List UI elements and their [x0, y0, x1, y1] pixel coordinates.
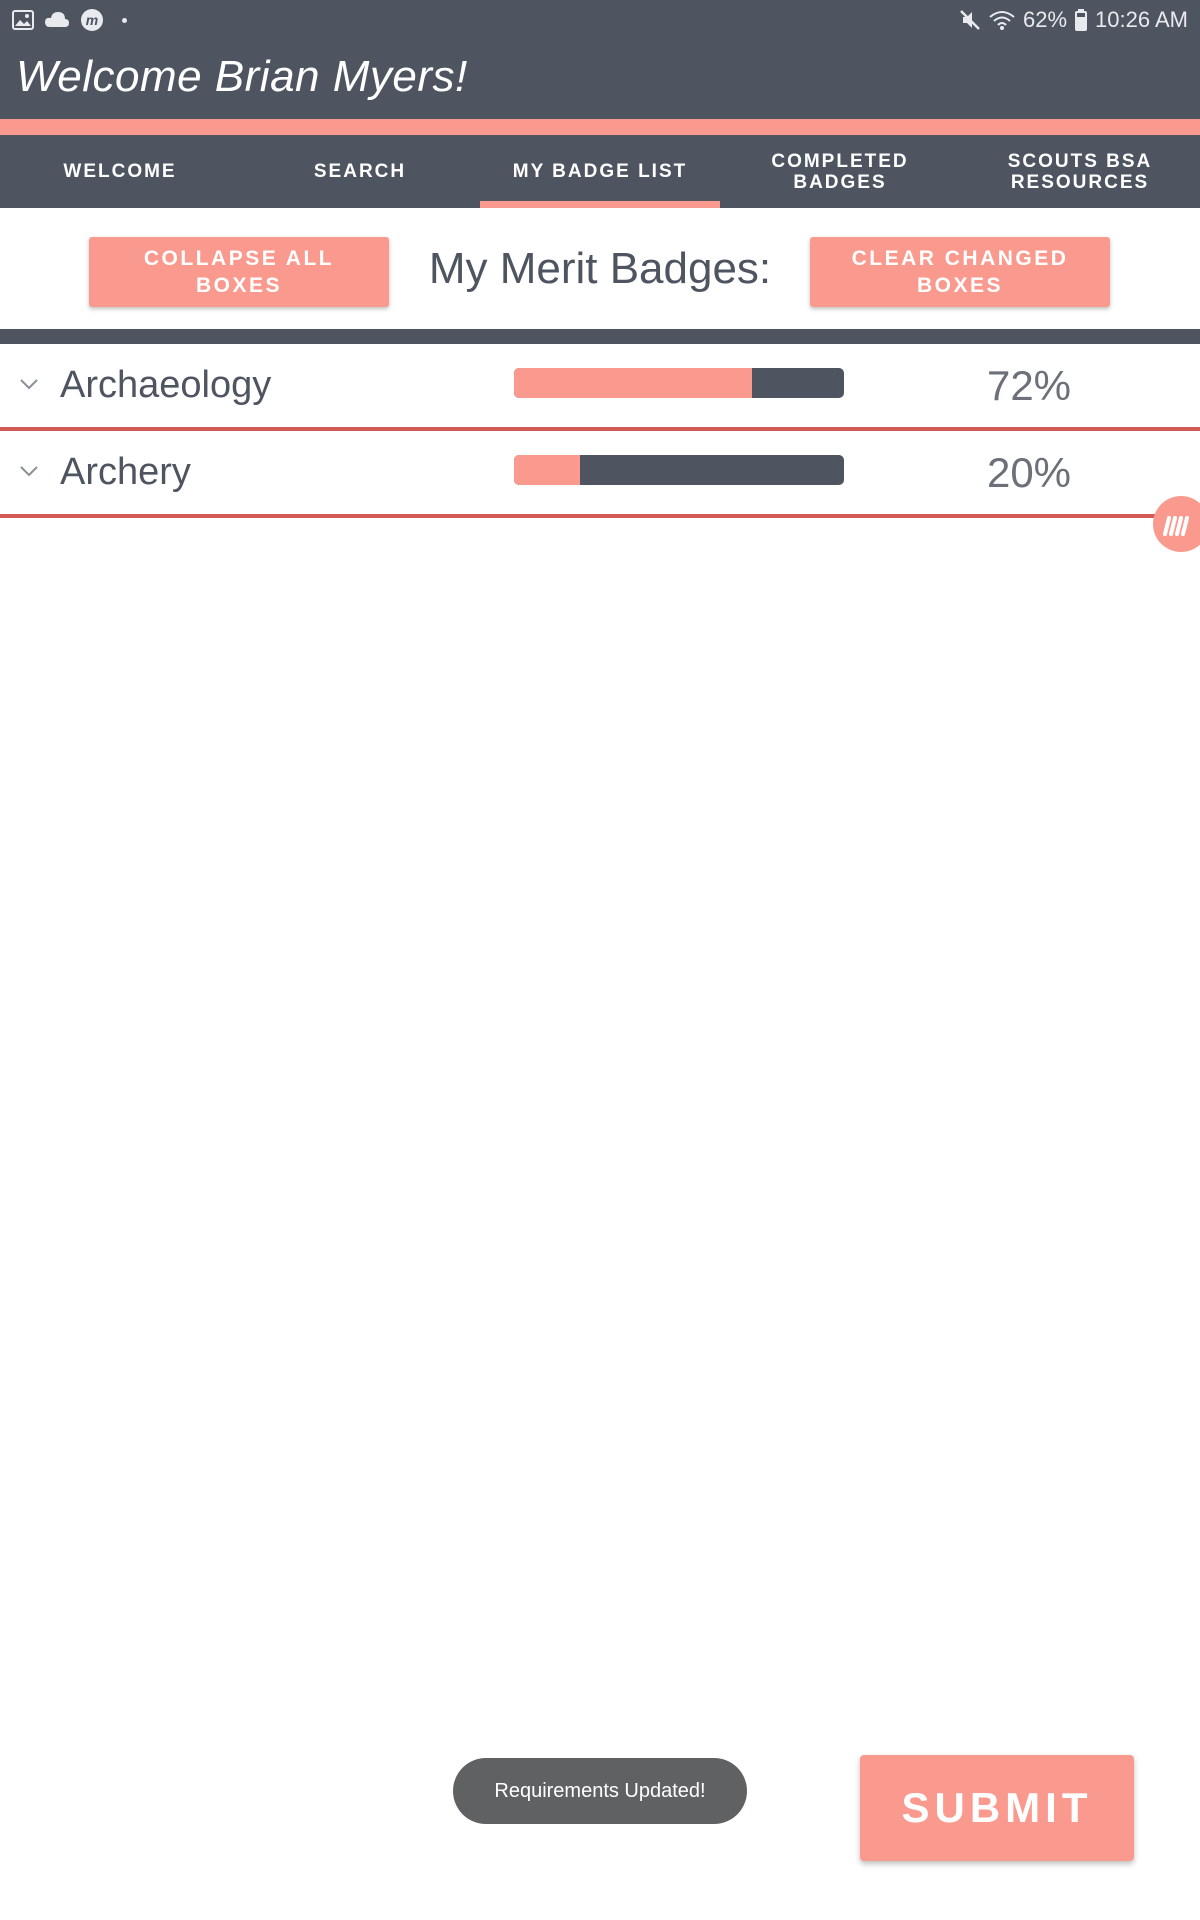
tab-label: SEARCH: [313, 161, 407, 182]
tab-label: MY BADGE LIST: [512, 161, 688, 182]
badge-name: Archery: [60, 451, 191, 493]
accent-stripe: [0, 119, 1200, 135]
badge-progress-fill: [514, 368, 752, 398]
cloud-icon: [44, 11, 70, 29]
tab-label: COMPLETED BADGES: [771, 150, 909, 193]
clock: 10:26 AM: [1095, 7, 1188, 32]
chevron-down-icon[interactable]: [18, 463, 40, 479]
floating-app-bubble[interactable]: [1153, 496, 1200, 552]
tab-welcome[interactable]: WELCOME: [0, 135, 240, 208]
tab-label: WELCOME: [63, 161, 177, 182]
battery-percent: 62%: [1023, 7, 1068, 32]
clear-button-label: CLEAR CHANGED BOXES: [851, 247, 1069, 297]
status-left-icons: m: [12, 8, 127, 32]
badge-percent: 72%: [986, 362, 1072, 409]
merit-bubble-icon: [1163, 516, 1189, 536]
badge-name: Archaeology: [60, 364, 272, 406]
notification-dot: [122, 17, 127, 23]
tab-bar: WELCOME SEARCH MY BADGE LIST COMPLETED B…: [0, 135, 1200, 208]
list-divider: [0, 329, 1200, 344]
submit-button[interactable]: SUBMIT: [860, 1755, 1134, 1861]
badge-row-archaeology[interactable]: Archaeology 72%: [0, 344, 1200, 431]
action-row: COLLAPSE ALL BOXES My Merit Badges: CLEA…: [0, 208, 1200, 329]
clear-changed-boxes-button[interactable]: CLEAR CHANGED BOXES: [810, 237, 1110, 307]
chevron-down-icon[interactable]: [18, 376, 40, 392]
status-bar: m 62% 10:26 AM: [0, 0, 1200, 40]
badge-percent: 20%: [986, 449, 1072, 496]
status-right-icons: 62% 10:26 AM: [959, 6, 1188, 34]
wifi-icon: [989, 10, 1015, 30]
tab-my-badge-list[interactable]: MY BADGE LIST: [480, 135, 720, 208]
mute-icon: [959, 9, 981, 31]
tab-completed-badges[interactable]: COMPLETED BADGES: [720, 135, 960, 208]
svg-text:m: m: [86, 12, 98, 28]
battery-icon: [1075, 9, 1088, 31]
gallery-icon: [12, 10, 34, 30]
badge-progress-fill: [514, 455, 580, 485]
toast-message: Requirements Updated!: [453, 1758, 747, 1824]
tab-scouts-bsa-resources[interactable]: SCOUTS BSA RESOURCES: [960, 135, 1200, 208]
tab-search[interactable]: SEARCH: [240, 135, 480, 208]
top-bar: m 62% 10:26 AM Welcome Brian Myers!: [0, 0, 1200, 119]
badge-progress-bar: [514, 455, 844, 485]
app-screen: m 62% 10:26 AM Welcome Brian Myers! WELC…: [0, 0, 1200, 1920]
badge-row-archery[interactable]: Archery 20%: [0, 431, 1200, 518]
merit-app-icon: m: [80, 8, 104, 32]
badge-progress-bar: [514, 368, 844, 398]
tab-label: SCOUTS BSA RESOURCES: [1007, 150, 1153, 193]
welcome-title: Welcome Brian Myers!: [16, 52, 468, 101]
